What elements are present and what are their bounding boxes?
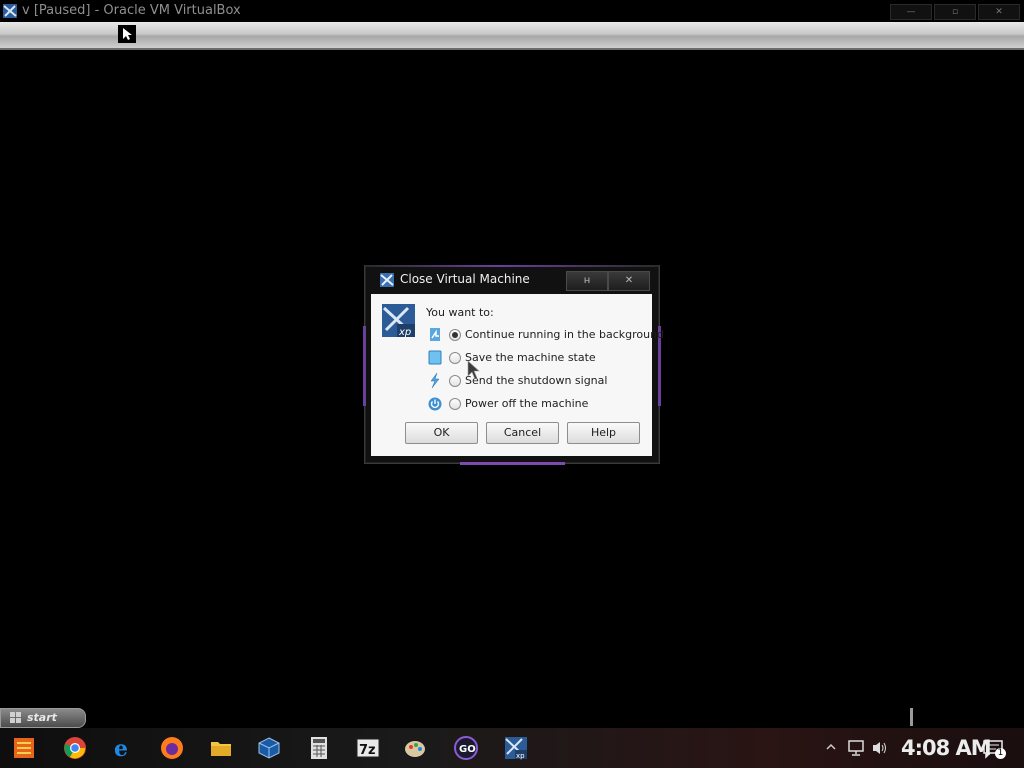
vm-toolbar xyxy=(0,22,1024,50)
window-title: v [Paused] - Oracle VM VirtualBox xyxy=(22,3,241,18)
start-orb-icon[interactable] xyxy=(12,736,36,760)
save-state-label: Save the machine state xyxy=(465,351,596,364)
paint-icon[interactable] xyxy=(403,736,427,760)
svg-text:e: e xyxy=(114,736,128,760)
save-state-radio[interactable] xyxy=(449,352,461,364)
taskbar: e 7z GO xp 4:08 AM 1 xyxy=(0,728,1024,768)
dialog-title-buttons: н ✕ xyxy=(566,271,650,291)
xp-vm-icon[interactable]: xp xyxy=(504,736,528,760)
network-icon[interactable] xyxy=(847,740,865,756)
edge-icon[interactable]: e xyxy=(111,736,135,760)
svg-text:xp: xp xyxy=(516,752,525,760)
power-off-label: Power off the machine xyxy=(465,397,589,410)
file-explorer-icon[interactable] xyxy=(209,736,233,760)
svg-text:7z: 7z xyxy=(359,743,376,758)
action-center-button[interactable]: 1 xyxy=(982,738,1006,760)
maximize-button[interactable]: ▫ xyxy=(934,4,976,20)
cancel-button[interactable]: Cancel xyxy=(486,422,559,444)
volume-icon[interactable] xyxy=(871,740,889,756)
vm-dialog-icon xyxy=(380,273,394,287)
notification-count: 1 xyxy=(995,748,1006,759)
continue-icon xyxy=(430,328,440,341)
svg-text:xp: xp xyxy=(398,327,411,337)
chrome-icon[interactable] xyxy=(63,736,87,760)
option-send-shutdown[interactable]: Send the shutdown signal xyxy=(426,372,646,392)
guest-start-button[interactable]: start xyxy=(0,708,86,728)
taskbar-clock[interactable]: 4:08 AM xyxy=(901,736,992,760)
firefox-icon[interactable] xyxy=(160,736,184,760)
start-label: start xyxy=(27,711,57,724)
shutdown-signal-label: Send the shutdown signal xyxy=(465,374,608,387)
go-icon[interactable]: GO xyxy=(454,736,478,760)
windows-flag-icon xyxy=(10,712,21,723)
dialog-body: xp You want to: Continue running in the … xyxy=(371,294,664,456)
guest-tray-divider xyxy=(910,708,913,726)
power-icon xyxy=(428,397,442,411)
calculator-icon[interactable] xyxy=(307,736,331,760)
dialog-glow xyxy=(363,326,366,406)
save-state-icon xyxy=(428,350,442,365)
ok-button[interactable]: OK xyxy=(405,422,478,444)
option-save-state[interactable]: Save the machine state xyxy=(426,349,646,369)
close-vm-dialog: Close Virtual Machine н ✕ xp You want to… xyxy=(363,265,664,465)
option-power-off[interactable]: Power off the machine xyxy=(426,395,646,415)
mouse-integration-button[interactable] xyxy=(118,25,136,43)
virtualbox-icon[interactable] xyxy=(257,736,281,760)
7zip-icon[interactable]: 7z xyxy=(356,736,380,760)
virtualbox-app-icon xyxy=(3,4,17,18)
dialog-prompt: You want to: xyxy=(426,306,494,319)
dialog-title: Close Virtual Machine xyxy=(400,272,530,286)
continue-label: Continue running in the background xyxy=(465,328,665,341)
continue-radio[interactable] xyxy=(449,329,461,341)
host-titlebar: v [Paused] - Oracle VM VirtualBox — ▫ ✕ xyxy=(0,0,1024,22)
shutdown-signal-icon xyxy=(430,373,440,388)
shutdown-signal-radio[interactable] xyxy=(449,375,461,387)
dialog-titlebar: Close Virtual Machine н ✕ xyxy=(365,266,659,294)
svg-text:GO: GO xyxy=(459,744,476,755)
dialog-close-button[interactable]: ✕ xyxy=(608,271,650,291)
mouse-cursor-icon xyxy=(467,360,480,380)
option-continue-running[interactable]: Continue running in the background xyxy=(426,326,664,346)
help-button[interactable]: Help xyxy=(567,422,640,444)
dialog-glow xyxy=(460,462,565,465)
pointer-icon xyxy=(123,28,132,40)
xp-os-icon: xp xyxy=(382,304,415,337)
window-controls: — ▫ ✕ xyxy=(890,4,1020,20)
chevron-up-icon[interactable] xyxy=(826,742,836,752)
dialog-help-button[interactable]: н xyxy=(566,271,608,291)
power-off-radio[interactable] xyxy=(449,398,461,410)
close-window-button[interactable]: ✕ xyxy=(978,4,1020,20)
minimize-button[interactable]: — xyxy=(890,4,932,20)
